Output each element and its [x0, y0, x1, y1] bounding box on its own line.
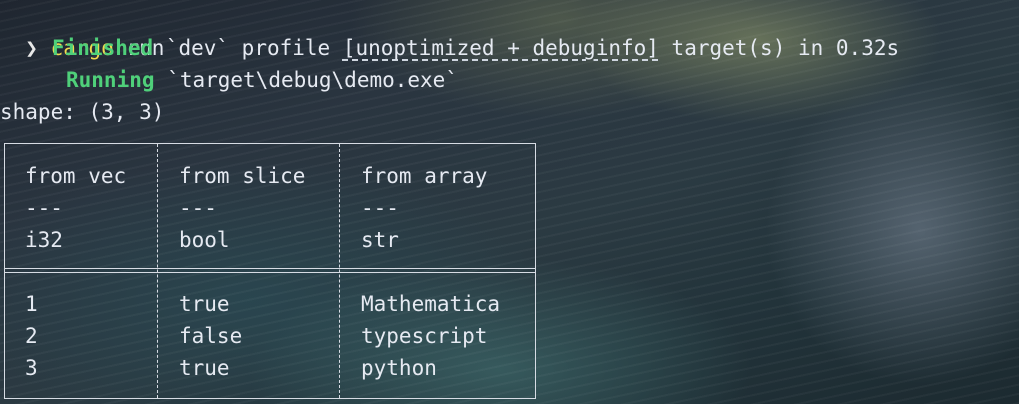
finished-post: target(s) in 0.32s [658, 36, 900, 60]
column-dtype: str [361, 228, 399, 252]
table-cell: 1 [25, 292, 38, 316]
header-separator: --- [179, 196, 217, 220]
running-label: Running [66, 68, 155, 92]
running-path: `target\debug\demo.exe` [167, 68, 458, 92]
command-line: ❯ cargo run [0, 0, 164, 60]
column-header: from vec [25, 164, 127, 188]
header-separator: --- [361, 196, 399, 220]
dataframe-table: from vec from slice from array --- --- -… [4, 143, 536, 399]
finished-profile: [unoptimized + debuginfo] [342, 36, 659, 60]
finished-pre: `dev` profile [165, 36, 343, 60]
table-cell: false [179, 324, 243, 348]
running-line: Running `target\debug\demo.exe` [66, 64, 458, 96]
prompt-chevron-icon: ❯ [25, 36, 38, 60]
table-cell: python [361, 356, 437, 380]
header-divider [5, 268, 535, 273]
table-cell: 3 [25, 356, 38, 380]
table-cell: true [179, 292, 230, 316]
shape-line: shape: (3, 3) [0, 100, 165, 124]
column-dtype: bool [179, 228, 230, 252]
table-cell: true [179, 356, 230, 380]
column-header: from slice [179, 164, 306, 188]
column-header: from array [361, 164, 488, 188]
header-separator: --- [25, 196, 63, 220]
table-cell: Mathematica [361, 292, 501, 316]
table-cell: typescript [361, 324, 488, 348]
column-dtype: i32 [25, 228, 63, 252]
finished-label: Finished [52, 36, 154, 60]
table-cell: 2 [25, 324, 38, 348]
finished-line: Finished `dev` profile [unoptimized + de… [52, 32, 899, 64]
